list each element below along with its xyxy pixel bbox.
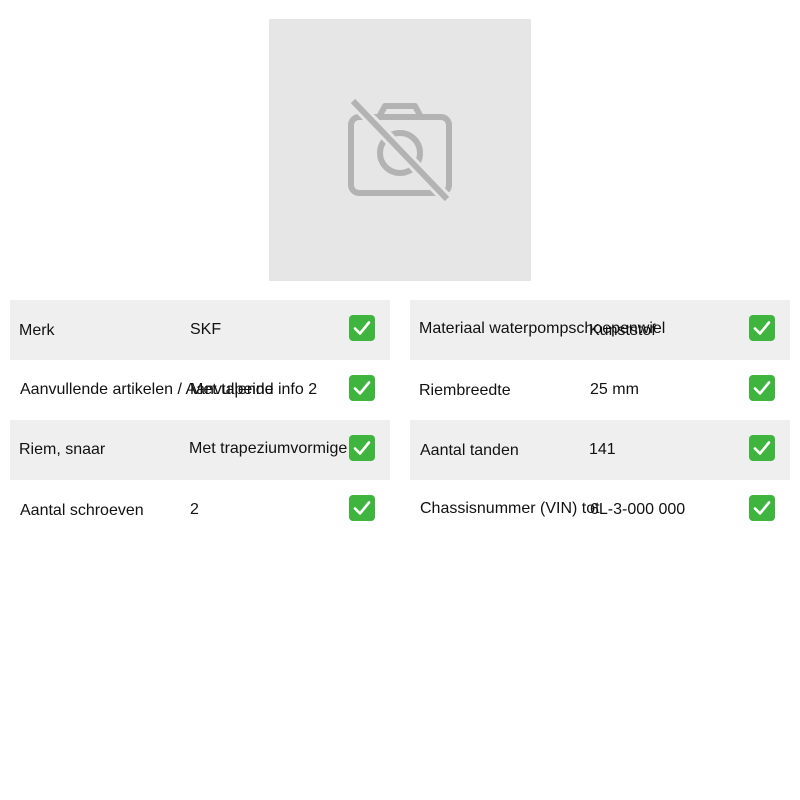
checkmark-icon bbox=[749, 495, 775, 521]
spec-value: Met tapeind bbox=[190, 381, 274, 398]
camera-off-icon bbox=[345, 95, 455, 205]
spec-row-chassisnummer: Chassisnummer (VIN) tot 6L-3-000 000 bbox=[410, 480, 790, 540]
spec-row-materiaal: Materiaal waterpompschoepenwiel Kunststo… bbox=[410, 300, 790, 360]
spec-row-aanvullende-artikelen: Aanvullende artikelen / Aanvullende info… bbox=[10, 360, 390, 420]
checkmark-icon bbox=[349, 315, 375, 341]
spec-value: 141 bbox=[589, 441, 616, 458]
spec-row-riem-snaar: Riem, snaar Met trapeziumvormige bbox=[10, 420, 390, 480]
product-image-placeholder bbox=[269, 19, 531, 281]
spec-label: Aantal schroeven bbox=[20, 502, 144, 519]
spec-value: 2 bbox=[190, 501, 199, 518]
spec-label: Riem, snaar bbox=[19, 441, 106, 458]
spec-value: 25 mm bbox=[590, 381, 639, 398]
spec-label: Merk bbox=[19, 322, 55, 339]
spec-value: 6L-3-000 000 bbox=[590, 501, 686, 518]
spec-row-merk: Merk SKF bbox=[10, 300, 390, 360]
spec-label: Riembreedte bbox=[419, 382, 511, 399]
spec-row-aantal-schroeven: Aantal schroeven 2 bbox=[10, 480, 390, 540]
checkmark-icon bbox=[349, 375, 375, 401]
spec-value: Met trapeziumvormige bbox=[189, 440, 348, 457]
checkmark-icon bbox=[749, 375, 775, 401]
checkmark-icon bbox=[349, 495, 375, 521]
spec-label: Chassisnummer (VIN) tot bbox=[420, 500, 600, 517]
spec-row-aantal-tanden: Aantal tanden 141 bbox=[410, 420, 790, 480]
spec-table-right: Materiaal waterpompschoepenwiel Kunststo… bbox=[410, 300, 790, 540]
spec-table-left: Merk SKF Aanvullende artikelen / Aanvull… bbox=[10, 300, 390, 540]
spec-label: Aantal tanden bbox=[420, 442, 519, 459]
spec-value: SKF bbox=[190, 321, 222, 338]
checkmark-icon bbox=[749, 435, 775, 461]
product-detail: Merk SKF Aanvullende artikelen / Aanvull… bbox=[0, 0, 800, 800]
checkmark-icon bbox=[749, 315, 775, 341]
spec-value: Kunststof bbox=[589, 322, 656, 339]
spec-row-riembreedte: Riembreedte 25 mm bbox=[410, 360, 790, 420]
checkmark-icon bbox=[349, 435, 375, 461]
